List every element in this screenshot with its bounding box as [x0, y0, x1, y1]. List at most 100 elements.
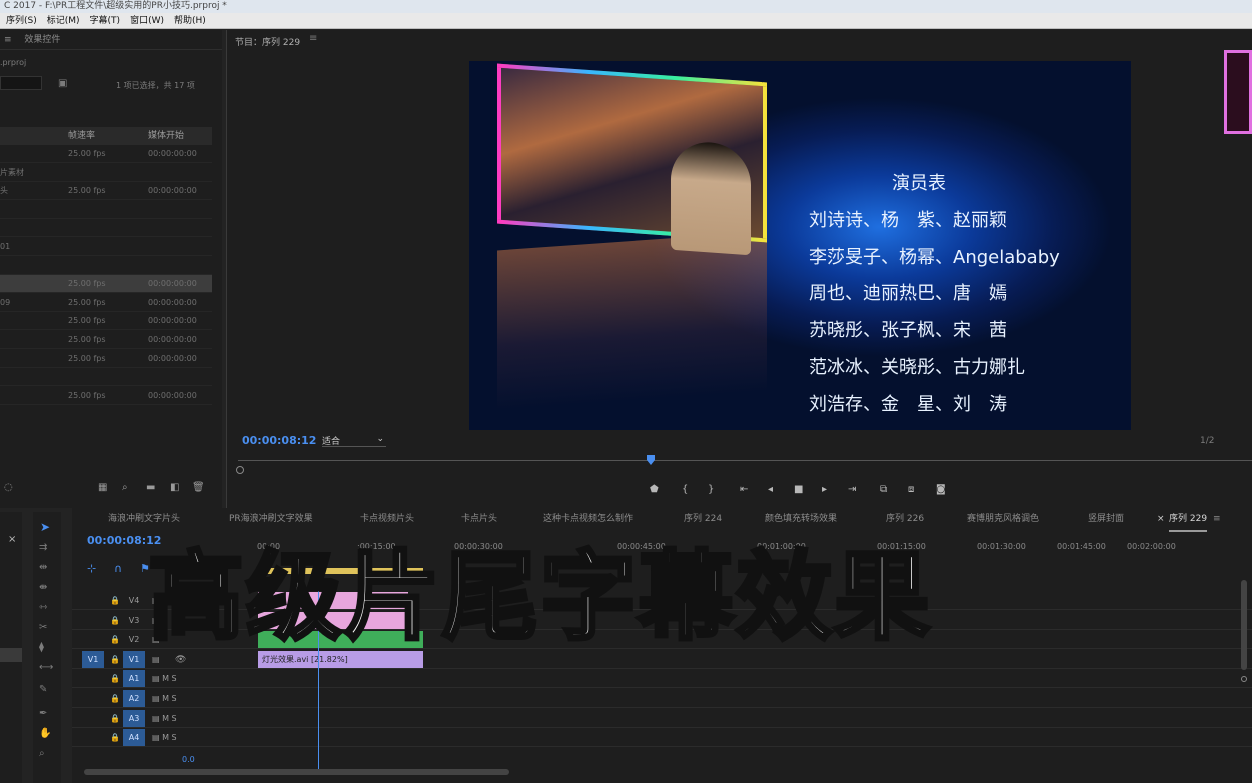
table-row[interactable]: [0, 201, 212, 219]
col-media-start[interactable]: 媒体开始: [148, 127, 184, 145]
menu-help[interactable]: 帮助(H): [174, 13, 206, 28]
col-fps[interactable]: 帧速率: [68, 127, 95, 145]
track-a2[interactable]: 🔒 A2 ▤ M S: [72, 690, 1252, 708]
menu-window[interactable]: 窗口(W): [130, 13, 164, 28]
track-label[interactable]: A1: [123, 670, 145, 688]
go-to-in-icon[interactable]: ⇤: [740, 484, 748, 495]
monitor-scrub-bar[interactable]: [238, 460, 1252, 461]
out-point-icon[interactable]: }: [708, 484, 714, 495]
tab-sequence[interactable]: 海浪冲刷文字片头: [108, 508, 180, 530]
tab-sequence[interactable]: 这种卡点视频怎么制作: [543, 508, 633, 530]
table-row[interactable]: [0, 257, 212, 275]
track-label[interactable]: V3: [123, 612, 145, 629]
mute-solo-icon[interactable]: ▤ M S: [152, 690, 177, 708]
table-row[interactable]: 25.00 fps 00:00:00:00: [0, 331, 212, 349]
lock-icon[interactable]: 🔒: [110, 612, 120, 630]
master-volume[interactable]: 0.0: [182, 755, 195, 764]
step-forward-icon[interactable]: ▸: [822, 484, 827, 495]
step-back-icon[interactable]: ◂: [768, 484, 773, 495]
tab-menu-icon[interactable]: ≡: [1213, 508, 1221, 530]
table-row[interactable]: 25.00 fps 00:00:00:00: [0, 312, 212, 331]
table-row[interactable]: 01: [0, 238, 212, 256]
tab-sequence[interactable]: 卡点片头: [461, 508, 497, 530]
menu-sequence[interactable]: 序列(S): [6, 13, 37, 28]
hand-icon[interactable]: ✋: [39, 728, 51, 739]
tab-sequence[interactable]: PR海浪冲刷文字效果: [229, 508, 313, 530]
razor-icon[interactable]: ✂: [39, 622, 47, 633]
tab-sequence[interactable]: 赛博朋克风格调色: [967, 508, 1039, 530]
tab-sequence[interactable]: 卡点视频片头: [360, 508, 414, 530]
track-label[interactable]: A3: [123, 709, 145, 727]
fit-dropdown[interactable]: 适合 ⌄: [322, 434, 386, 447]
trash-icon[interactable]: 🗑: [192, 482, 205, 493]
ripple-edit-icon[interactable]: ⇹: [39, 562, 47, 573]
table-row[interactable]: 25.00 fps 00:00:00:00: [0, 275, 212, 294]
list-item[interactable]: [0, 648, 22, 662]
lock-icon[interactable]: 🔒: [110, 710, 120, 728]
close-icon[interactable]: ×: [1157, 508, 1165, 530]
track-label[interactable]: A4: [123, 729, 145, 747]
rate-stretch-icon[interactable]: ⇿: [39, 602, 47, 613]
tab-sequence[interactable]: 竖屏封面: [1088, 508, 1124, 530]
table-row[interactable]: 25.00 fps 00:00:00:00: [0, 145, 212, 163]
export-frame-icon[interactable]: ◙: [936, 484, 946, 495]
track-label[interactable]: A2: [123, 690, 145, 707]
lock-icon[interactable]: 🔒: [110, 690, 120, 708]
table-row[interactable]: 25.00 fps 00:00:00:00: [0, 387, 212, 405]
track-a3[interactable]: 🔒 A3 ▤ M S: [72, 709, 1252, 728]
program-timecode[interactable]: 00:00:08:12: [242, 434, 316, 447]
go-to-out-icon[interactable]: ⇥: [848, 484, 856, 495]
lock-icon[interactable]: 🔒: [110, 631, 120, 649]
menu-marker[interactable]: 标记(M): [47, 13, 80, 28]
rolling-edit-icon[interactable]: ⇼: [39, 582, 47, 593]
list-view-icon[interactable]: ▦: [98, 482, 107, 493]
scroll-handle[interactable]: [1241, 676, 1247, 682]
selection-tool-icon[interactable]: ➤: [40, 520, 50, 534]
lock-icon[interactable]: 🔒: [110, 651, 120, 669]
lock-icon[interactable]: 🔒: [110, 729, 120, 747]
vertical-scrollbar[interactable]: [1241, 580, 1247, 670]
mute-solo-icon[interactable]: ▤ M S: [152, 670, 177, 688]
extract-icon[interactable]: ⧈: [908, 484, 914, 495]
new-bin-icon[interactable]: ▣: [58, 78, 67, 89]
marker-icon[interactable]: ⬟: [650, 484, 659, 495]
track-a1[interactable]: 🔒 A1 ▤ M S: [72, 670, 1252, 689]
table-row[interactable]: 片素材: [0, 164, 212, 182]
stop-icon[interactable]: ■: [794, 484, 803, 495]
resolution-select[interactable]: 1/2: [1200, 436, 1214, 446]
slip-icon[interactable]: ⧫: [39, 642, 44, 653]
lock-icon[interactable]: 🔒: [110, 592, 120, 610]
mute-solo-icon[interactable]: ▤ M S: [152, 729, 177, 747]
slide-icon[interactable]: ⟷: [39, 662, 53, 673]
track-select-icon[interactable]: ⇉: [39, 542, 47, 553]
table-row[interactable]: [0, 219, 212, 238]
new-item-icon[interactable]: ◧: [170, 482, 179, 493]
search-input[interactable]: [0, 76, 42, 90]
table-row[interactable]: 头 25.00 fps 00:00:00:00: [0, 182, 212, 201]
in-point-icon[interactable]: {: [682, 484, 688, 495]
lift-icon[interactable]: ⧉: [880, 484, 887, 495]
tab-effect-controls[interactable]: 效果控件: [24, 35, 60, 45]
tab-sequence[interactable]: 序列 224: [684, 508, 722, 530]
zoom-icon[interactable]: ◌: [4, 482, 13, 493]
close-icon[interactable]: ×: [8, 534, 16, 545]
new-bin-button[interactable]: ▬: [146, 482, 155, 493]
mute-solo-icon[interactable]: ▤ M S: [152, 710, 177, 728]
pen-tool-icon[interactable]: ✒: [39, 708, 47, 719]
table-row[interactable]: 25.00 fps 00:00:00:00: [0, 350, 212, 368]
tab-sequence[interactable]: 颜色填充转场效果: [765, 508, 837, 530]
tab-sequence[interactable]: 序列 226: [886, 508, 924, 530]
track-label[interactable]: V4: [123, 592, 145, 609]
linked-selection-icon[interactable]: ∩: [114, 562, 122, 575]
track-label[interactable]: V2: [123, 631, 145, 648]
source-patch-v1[interactable]: V1: [82, 650, 104, 668]
track-a4[interactable]: 🔒 A4 ▤ M S: [72, 729, 1252, 748]
track-label[interactable]: V1: [123, 650, 145, 668]
monitor-menu-icon[interactable]: ≡: [309, 33, 317, 44]
pen-icon[interactable]: ✎: [39, 684, 47, 695]
search-icon[interactable]: ⌕: [122, 482, 128, 493]
lock-icon[interactable]: 🔒: [110, 670, 120, 688]
zoom-tool-icon[interactable]: ⌕: [39, 748, 45, 759]
tab-sequence-active[interactable]: 序列 229: [1169, 508, 1208, 532]
panel-menu-icon[interactable]: ≡: [4, 35, 12, 45]
